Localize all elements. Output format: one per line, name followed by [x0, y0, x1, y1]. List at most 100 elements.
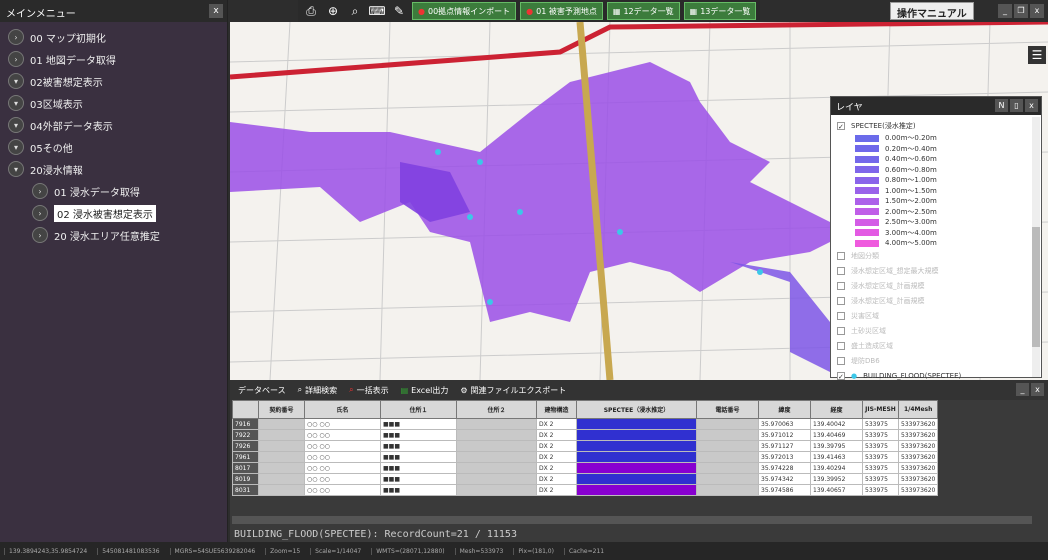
layer-panel: レイヤ N ▯ x ✓ SPECTEE(浸水推定) 0.00m〜0.20m 0.20m〜… [830, 96, 1042, 381]
checkbox[interactable] [837, 342, 845, 350]
submenu-item-flood-damage[interactable]: › 02 浸水被害想定表示 [8, 202, 227, 224]
table-cell [576, 451, 697, 463]
excel-export-button[interactable]: ▤ Excel出力 [401, 385, 449, 396]
column-header[interactable]: 1/4Mesh [897, 400, 939, 419]
table-cell: 139.40294 [810, 462, 863, 474]
table-cell: 35.971127 [758, 440, 811, 452]
checkbox[interactable] [837, 297, 845, 305]
list-icon[interactable]: ☰ [1028, 46, 1046, 64]
submenu-item-flood-data[interactable]: › 01 浸水データ取得 [8, 180, 227, 202]
checkbox-checked[interactable]: ✓ [837, 372, 845, 381]
layer-row[interactable]: 盛土造成区域 [837, 339, 1035, 354]
layer-label: 地図分類 [851, 252, 879, 260]
table-row[interactable]: 7961 ○○ ○○ ■■■ DX 2 35.972013 139.41463 533975… [232, 451, 939, 463]
building-point[interactable] [435, 149, 441, 155]
minimize-icon[interactable]: _ [998, 4, 1012, 18]
table-cell: ○○ ○○ [304, 418, 381, 430]
menu-item-flood[interactable]: ▾ 20浸水情報 [8, 158, 227, 180]
building-point[interactable] [487, 299, 493, 305]
file-export-button[interactable]: ⚙ 関連ファイルエクスポート [460, 385, 566, 396]
table-cell: ■■■ [380, 429, 457, 441]
building-point[interactable] [477, 159, 483, 165]
table-row[interactable]: 7916 ○○ ○○ ■■■ DX 2 35.970063 139.40042 533975… [232, 418, 939, 430]
layer-scrollbar[interactable] [1032, 117, 1040, 377]
print-icon[interactable]: ⎙ [302, 2, 320, 20]
layer-group-spectee[interactable]: ✓ SPECTEE(浸水推定) [837, 118, 1035, 133]
layer-row[interactable]: 災害区域 [837, 309, 1035, 324]
show-all-button[interactable]: ⌕ 一括表示 [349, 385, 388, 396]
checkbox[interactable] [837, 252, 845, 260]
building-point[interactable] [617, 229, 623, 235]
legend-label: 0.60m〜0.80m [885, 165, 937, 174]
column-header[interactable]: 電話番号 [696, 400, 759, 419]
file-icon[interactable]: ▯ [1010, 99, 1023, 112]
menu-item-other[interactable]: ▾ 05その他 [8, 136, 227, 158]
close-icon[interactable]: x [1025, 99, 1038, 112]
menu-item-area[interactable]: ▾ 03区域表示 [8, 92, 227, 114]
close-icon[interactable]: x [1030, 4, 1044, 18]
data-list-12-button[interactable]: ▦ 12データ一覧 [606, 2, 680, 20]
menu-item-map-data[interactable]: › 01 地図データ取得 [8, 48, 227, 70]
checkbox[interactable] [837, 357, 845, 365]
layer-row[interactable]: 浸水想定区域_計画規模 [837, 294, 1035, 309]
table-cell [696, 462, 759, 474]
damage-point-button[interactable]: ● 01 被害予測地点 [520, 2, 603, 20]
table-cell: 533975 [862, 484, 899, 496]
detail-search-button[interactable]: ⌕ 詳細検索 [298, 385, 337, 396]
close-icon[interactable]: x [209, 4, 223, 18]
building-point[interactable] [757, 269, 763, 275]
submenu-item-flood-estimate[interactable]: › 20 浸水エリア任意推定 [8, 224, 227, 246]
table-cell: 533975 [862, 418, 899, 430]
restore-icon[interactable]: ❐ [1014, 4, 1028, 18]
column-header[interactable]: 住所２ [456, 400, 537, 419]
keyboard-icon[interactable]: ⌨ [368, 2, 386, 20]
close-icon[interactable]: x [1031, 383, 1044, 396]
minimize-icon[interactable]: _ [1016, 383, 1029, 396]
building-point[interactable] [467, 214, 473, 220]
menu-item-map-init[interactable]: › 00 マップ初期化 [8, 26, 227, 48]
data-list-13-button[interactable]: ▦ 13データ一覧 [683, 2, 757, 20]
building-point[interactable] [517, 209, 523, 215]
legend-row: 2.00m〜2.50m [837, 207, 1035, 218]
checkbox[interactable] [837, 312, 845, 320]
column-header[interactable]: 緯度 [758, 400, 811, 419]
pin-icon: ● [418, 6, 425, 16]
scroll-thumb[interactable] [1032, 227, 1040, 347]
search-icon[interactable]: ⌕ [346, 2, 364, 20]
column-header[interactable]: JIS-MESH [862, 400, 899, 419]
table-cell: 35.972013 [758, 451, 811, 463]
column-header[interactable]: 経度 [810, 400, 863, 419]
checkbox[interactable] [837, 267, 845, 275]
column-header[interactable]: SPECTEE（浸水推定） [576, 400, 697, 419]
table-row[interactable]: 8017 ○○ ○○ ■■■ DX 2 35.974228 139.40294 533975… [232, 462, 939, 474]
table-cell: ■■■ [380, 462, 457, 474]
layer-row[interactable]: 浸水想定区域_計画規模 [837, 279, 1035, 294]
column-header[interactable]: 氏名 [304, 400, 381, 419]
checkbox[interactable] [837, 282, 845, 290]
checkbox-checked[interactable]: ✓ [837, 121, 845, 131]
zoom-in-icon[interactable]: ⊕ [324, 2, 342, 20]
table-row[interactable]: 8031 ○○ ○○ ■■■ DX 2 35.974586 139.40657 533975… [232, 484, 939, 496]
legend-row: 3.00m〜4.00m [837, 228, 1035, 239]
column-header[interactable]: 建物構造 [536, 400, 577, 419]
manual-button[interactable]: 操作マニュアル [890, 2, 974, 20]
column-header[interactable]: 契約番号 [258, 400, 305, 419]
layer-row[interactable]: 地図分類 [837, 249, 1035, 264]
column-header[interactable] [232, 400, 259, 419]
table-row[interactable]: 7922 ○○ ○○ ■■■ DX 2 35.971012 139.40469 533975… [232, 429, 939, 441]
layer-row[interactable]: 浸水想定区域_想定最大規模 [837, 264, 1035, 279]
menu-item-damage[interactable]: ▾ 02被害想定表示 [8, 70, 227, 92]
pencil-icon[interactable]: ✎ [390, 2, 408, 20]
table-row[interactable]: 7926 ○○ ○○ ■■■ DX 2 35.971127 139.39795 533975… [232, 440, 939, 452]
horizontal-scrollbar[interactable] [232, 516, 1032, 524]
layer-row[interactable]: 土砂災区域 [837, 324, 1035, 339]
table-cell: 139.40042 [810, 418, 863, 430]
layer-row[interactable]: 堤防DB6 [837, 354, 1035, 369]
menu-item-external[interactable]: ▾ 04外部データ表示 [8, 114, 227, 136]
table-row[interactable]: 8019 ○○ ○○ ■■■ DX 2 35.974342 139.39952 533975… [232, 473, 939, 485]
new-layer-icon[interactable]: N [995, 99, 1008, 112]
column-header[interactable]: 住所１ [380, 400, 457, 419]
database-tab[interactable]: データベース [238, 385, 286, 396]
import-button[interactable]: ● 00拠点情報インポート [412, 2, 517, 20]
checkbox[interactable] [837, 327, 845, 335]
